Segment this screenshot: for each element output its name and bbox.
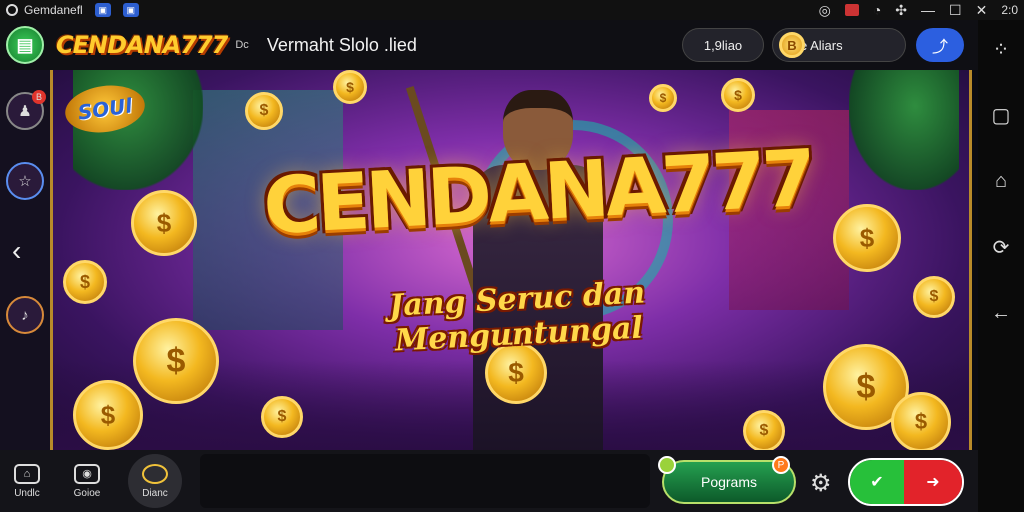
clock-icon: ◔ xyxy=(872,2,882,18)
toggle-on-icon[interactable]: ✔ xyxy=(850,460,904,504)
coin-icon: $ xyxy=(649,84,677,112)
menu-logo-button[interactable]: ▤ xyxy=(6,26,44,64)
bottom-bar: ⌂ Undlc ◉ Goioe Dianc Pograms P ⚙ ✔ ➜ xyxy=(0,450,978,512)
close-icon[interactable]: ✕ xyxy=(976,2,988,19)
android-nav-bar: ⁘ ▢ ⌂ ⟳ ← xyxy=(978,20,1024,512)
minimize-icon[interactable]: — xyxy=(921,2,935,18)
balance-value: 1,9liao xyxy=(703,37,743,53)
login-button[interactable]: B Inlae Aliars xyxy=(772,28,906,62)
rotate-icon[interactable]: ⟳ xyxy=(986,232,1016,262)
home-nav-icon[interactable]: ⌂ xyxy=(986,166,1016,196)
coin-icon: $ xyxy=(133,318,219,404)
coin-icon: $ xyxy=(333,70,367,104)
share-icon: ⤴ xyxy=(931,39,948,56)
tab-label: Dianc xyxy=(142,487,168,499)
coin-icon: $ xyxy=(63,260,107,304)
program-left-icon xyxy=(658,456,676,474)
coin-icon: $ xyxy=(721,78,755,112)
brand-logo: CENDANA777 xyxy=(56,31,228,59)
gallery-icon: ▣ xyxy=(94,3,111,17)
back-arrow-icon[interactable]: ‹ xyxy=(12,235,21,267)
google-icon xyxy=(6,4,18,16)
app-header: ▤ CENDANA777 Dc Vermaht Slolo .lied 1,9l… xyxy=(0,20,978,70)
settings-mini-icon: ✣ xyxy=(895,1,908,18)
program-label: Pograms xyxy=(700,474,758,490)
support-button[interactable]: ♪ xyxy=(6,296,44,334)
left-rail: ♟ B ☆ ‹ ♪ xyxy=(0,70,50,450)
balance-display[interactable]: 1,9liao xyxy=(682,28,764,62)
location-icon: ◎ xyxy=(818,1,831,18)
game-icon: ◉ xyxy=(74,463,100,484)
coin-icon: $ xyxy=(131,190,197,256)
coin-icon: $ xyxy=(891,392,951,450)
brand-suffix: Dc xyxy=(235,39,249,51)
power-toggle[interactable]: ✔ ➜ xyxy=(848,458,964,506)
program-badge: P xyxy=(772,456,790,474)
tab-home[interactable]: Dianc xyxy=(128,454,182,508)
notification-badge: B xyxy=(32,90,46,104)
status-bar: Gemdanefl ▣ ▣ ◎ ◔ ✣ — ☐ ✕ 2:0 xyxy=(0,0,1024,20)
calendar-icon xyxy=(844,4,859,16)
coin-icon: B xyxy=(779,32,805,58)
coin-icon: $ xyxy=(743,410,785,450)
grid-menu-icon[interactable]: ⁘ xyxy=(986,34,1016,64)
support-icon: ♪ xyxy=(21,306,29,324)
program-button[interactable]: Pograms P xyxy=(658,456,796,504)
coin-icon: $ xyxy=(245,92,283,130)
chat-area[interactable] xyxy=(200,454,650,508)
tab-shop[interactable]: ⌂ Undlc xyxy=(2,456,52,506)
status-right-text: 2:0 xyxy=(1001,3,1018,17)
shop-icon: ⌂ xyxy=(14,463,40,484)
home-icon xyxy=(142,463,168,484)
bell-icon: ♟ xyxy=(18,103,32,120)
palm-right xyxy=(849,70,959,190)
coin-icon: $ xyxy=(261,396,303,438)
tab-label: Undlc xyxy=(14,487,40,499)
recent-apps-icon[interactable]: ▢ xyxy=(986,100,1016,130)
promo-banner[interactable]: $ $ $ $ $ $ $ $ $ $ $ $ $ $ $ SOUl CENDA… xyxy=(50,70,972,450)
gear-icon[interactable]: ⚙ xyxy=(810,469,832,498)
status-app-name: Gemdanefl xyxy=(24,3,83,17)
coin-icon: $ xyxy=(73,380,143,450)
notifications-button[interactable]: ♟ B xyxy=(6,90,46,130)
maximize-icon[interactable]: ☐ xyxy=(949,2,962,19)
favorites-button[interactable]: ☆ xyxy=(6,162,44,200)
coin-icon: $ xyxy=(913,276,955,318)
toggle-off-icon[interactable]: ➜ xyxy=(904,460,962,504)
share-button[interactable]: ⤴ xyxy=(916,28,964,62)
page-title: Vermaht Slolo .lied xyxy=(266,34,417,55)
tab-game[interactable]: ◉ Goioe xyxy=(62,456,112,506)
photos-icon: ▣ xyxy=(122,3,139,17)
back-nav-icon[interactable]: ← xyxy=(986,298,1016,328)
tab-label: Goioe xyxy=(73,487,101,499)
star-icon: ☆ xyxy=(18,173,32,190)
